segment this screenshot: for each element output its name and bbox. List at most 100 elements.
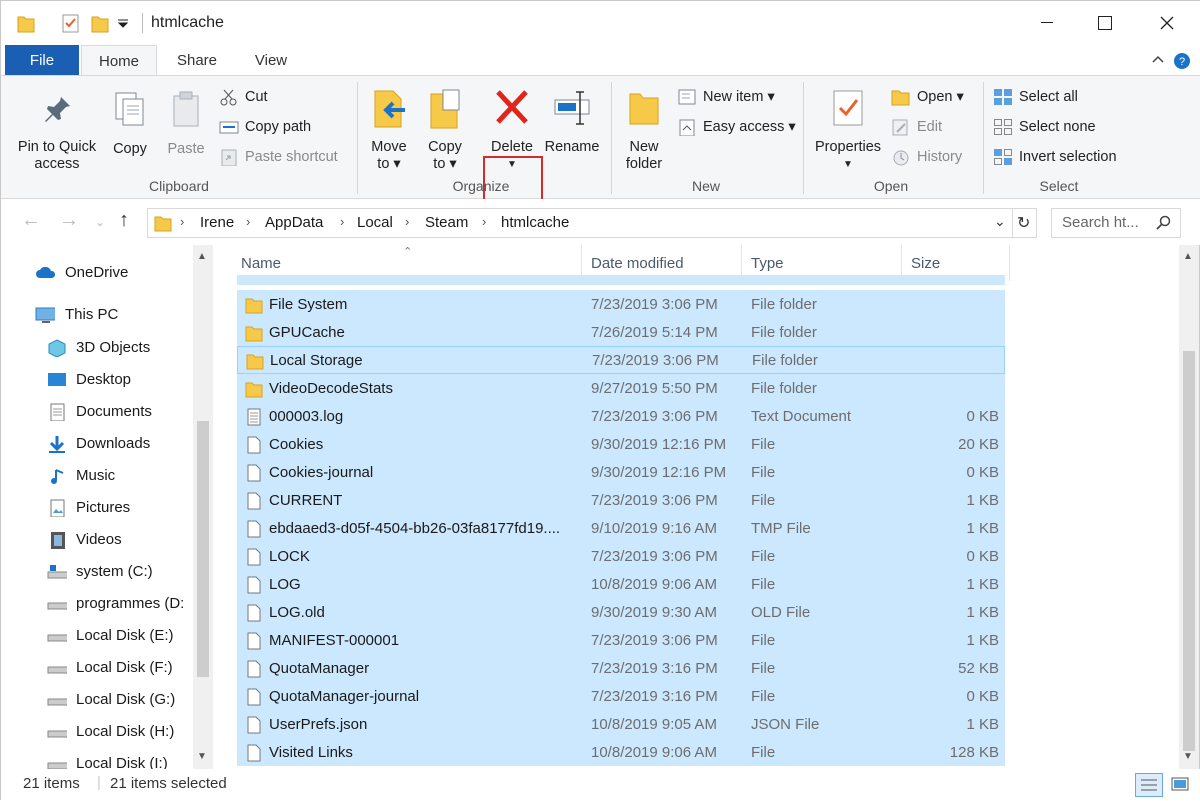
paste-button[interactable]: Paste — [161, 90, 211, 158]
address-dropdown-icon[interactable]: ⌄ — [994, 213, 1006, 230]
table-row[interactable]: LOG 10/8/2019 9:06 AM File 1 KB — [237, 570, 1005, 598]
nav-item-system-c[interactable]: system (C:) — [1, 558, 201, 586]
quick-access-dropdown-icon[interactable] — [117, 18, 129, 28]
breadcrumb-steam[interactable]: Steam — [425, 214, 468, 231]
nav-item-local-disk-g[interactable]: Local Disk (G:) — [1, 686, 201, 714]
history-icon — [893, 150, 909, 166]
help-icon[interactable]: ? — [1173, 45, 1191, 76]
nav-item-downloads[interactable]: Downloads — [1, 430, 201, 458]
properties-button[interactable]: Properties ▼ — [811, 88, 885, 173]
new-folder-button[interactable]: New folder — [619, 88, 669, 173]
table-row[interactable]: LOCK 7/23/2019 3:06 PM File 0 KB — [237, 542, 1005, 570]
back-arrow-icon[interactable]: ← — [21, 209, 41, 232]
breadcrumb-htmlcache[interactable]: htmlcache — [501, 214, 569, 231]
select-none-button[interactable]: Select none — [993, 116, 1096, 138]
scroll-up-icon[interactable]: ▲ — [197, 251, 207, 262]
table-row[interactable]: Cookies 9/30/2019 12:16 PM File 20 KB — [237, 430, 1005, 458]
column-header-date[interactable]: Date modified — [591, 245, 741, 279]
paste-shortcut-button[interactable]: Paste shortcut — [219, 146, 338, 168]
file-name: Cookies — [269, 436, 324, 453]
large-icons-view-button[interactable] — [1167, 773, 1195, 797]
address-bar[interactable]: › Irene › AppData › Local › Steam › html… — [147, 208, 1037, 238]
table-row[interactable]: 000003.log 7/23/2019 3:06 PM Text Document… — [237, 402, 1005, 430]
file-name: Local Storage — [270, 352, 363, 369]
nav-item-pictures[interactable]: Pictures — [1, 494, 201, 522]
history-button[interactable]: History — [891, 146, 962, 168]
scroll-up-icon[interactable]: ▲ — [1183, 251, 1193, 262]
open-folder-icon — [891, 90, 910, 106]
maximize-button[interactable] — [1071, 1, 1139, 45]
search-input[interactable]: Search ht... — [1062, 214, 1139, 231]
column-header-size[interactable]: Size — [911, 245, 1001, 279]
nav-item-3d-objects[interactable]: 3D Objects — [1, 334, 201, 362]
rename-button[interactable]: Rename — [543, 88, 601, 156]
recent-locations-chevron-icon[interactable]: ⌄ — [95, 215, 105, 229]
table-row[interactable]: File System 7/23/2019 3:06 PM File folder — [237, 290, 1005, 318]
copy-to-button[interactable]: Copy to ▾ — [421, 88, 469, 173]
details-view-button[interactable] — [1135, 773, 1163, 797]
open-button[interactable]: Open ▾ — [891, 86, 964, 108]
file-name: QuotaManager-journal — [269, 688, 420, 705]
table-row[interactable]: VideoDecodeStats 9/27/2019 5:50 PM File fo… — [237, 374, 1005, 402]
nav-item-music[interactable]: Music — [1, 462, 201, 490]
tab-home[interactable]: Home — [81, 45, 157, 77]
group-label-new: New — [691, 178, 720, 194]
breadcrumb-separator: › — [405, 214, 410, 229]
copy-path-button[interactable]: Copy path — [219, 116, 311, 138]
nav-item-desktop[interactable]: Desktop — [1, 366, 201, 394]
table-row[interactable]: MANIFEST-000001 7/23/2019 3:06 PM File 1 KB — [237, 626, 1005, 654]
nav-item-videos[interactable]: Videos — [1, 526, 201, 554]
column-header-type[interactable]: Type — [751, 245, 901, 279]
table-row[interactable]: Local Storage 7/23/2019 3:06 PM File folde… — [237, 346, 1005, 374]
invert-selection-button[interactable]: Invert selection — [993, 146, 1117, 168]
table-row[interactable]: ebdaaed3-d05f-4504-bb26-03fa8177fd19....… — [237, 514, 1005, 542]
tab-view[interactable]: View — [237, 45, 305, 76]
select-all-button[interactable]: Select all — [993, 86, 1078, 108]
forward-arrow-icon[interactable]: → — [59, 209, 79, 232]
tab-file[interactable]: File — [5, 45, 79, 76]
scroll-down-icon[interactable]: ▼ — [1183, 751, 1193, 762]
edit-button[interactable]: Edit — [891, 116, 942, 138]
scroll-down-icon[interactable]: ▼ — [197, 751, 207, 762]
breadcrumb-appdata[interactable]: AppData — [265, 214, 323, 231]
new-folder-icon[interactable] — [91, 13, 109, 33]
file-date: 9/10/2019 9:16 AM — [591, 520, 717, 537]
file-list-scroll-thumb[interactable] — [1183, 351, 1195, 751]
nav-item-local-disk-i[interactable]: Local Disk (I:) — [1, 750, 201, 769]
nav-item-this-pc[interactable]: This PC — [1, 301, 201, 329]
properties-icon[interactable] — [61, 13, 81, 33]
tab-share[interactable]: Share — [161, 45, 233, 76]
table-row[interactable]: Cookies-journal 9/30/2019 12:16 PM File 0 K… — [237, 458, 1005, 486]
nav-item-onedrive[interactable]: OneDrive — [1, 259, 201, 287]
pin-to-quick-access-button[interactable]: Pin to Quick access — [11, 94, 103, 173]
column-separator[interactable] — [1009, 245, 1010, 281]
table-row[interactable]: LOG.old 9/30/2019 9:30 AM OLD File 1 KB — [237, 598, 1005, 626]
search-box[interactable]: Search ht... — [1051, 208, 1181, 238]
move-to-button[interactable]: Move to ▾ — [365, 88, 413, 173]
table-row[interactable]: Visited Links 10/8/2019 9:06 AM File 128 KB — [237, 738, 1005, 766]
breadcrumb-local[interactable]: Local — [357, 214, 393, 231]
up-arrow-icon[interactable]: ↑ — [119, 209, 129, 232]
nav-item-local-disk-f[interactable]: Local Disk (F:) — [1, 654, 201, 682]
table-row[interactable]: UserPrefs.json 10/8/2019 9:05 AM JSON File… — [237, 710, 1005, 738]
nav-item-local-disk-h[interactable]: Local Disk (H:) — [1, 718, 201, 746]
nav-pane-scroll-thumb[interactable] — [197, 421, 209, 677]
table-row[interactable]: CURRENT 7/23/2019 3:06 PM File 1 KB — [237, 486, 1005, 514]
cut-button[interactable]: Cut — [219, 86, 268, 108]
collapse-ribbon-icon[interactable] — [1151, 45, 1165, 76]
new-item-button[interactable]: New item ▾ — [677, 86, 775, 108]
table-row[interactable]: QuotaManager-journal 7/23/2019 3:16 PM Fil… — [237, 682, 1005, 710]
copy-button[interactable]: Copy — [105, 90, 155, 158]
easy-access-button[interactable]: Easy access ▾ — [677, 116, 796, 138]
close-button[interactable] — [1133, 1, 1200, 45]
nav-item-programmes-d[interactable]: programmes (D: — [1, 590, 201, 618]
table-row[interactable]: QuotaManager 7/23/2019 3:16 PM File 52 KB — [237, 654, 1005, 682]
breadcrumb-irene[interactable]: Irene — [200, 214, 234, 231]
nav-item-documents[interactable]: Documents — [1, 398, 201, 426]
refresh-icon[interactable]: ↻ — [1017, 213, 1030, 233]
column-header-name[interactable]: Name — [241, 245, 581, 279]
table-row[interactable]: GPUCache 7/26/2019 5:14 PM File folder — [237, 318, 1005, 346]
status-bar: 21 items | 21 items selected — [1, 769, 1200, 801]
nav-item-local-disk-e[interactable]: Local Disk (E:) — [1, 622, 201, 650]
list-item-partial[interactable] — [237, 275, 1005, 285]
